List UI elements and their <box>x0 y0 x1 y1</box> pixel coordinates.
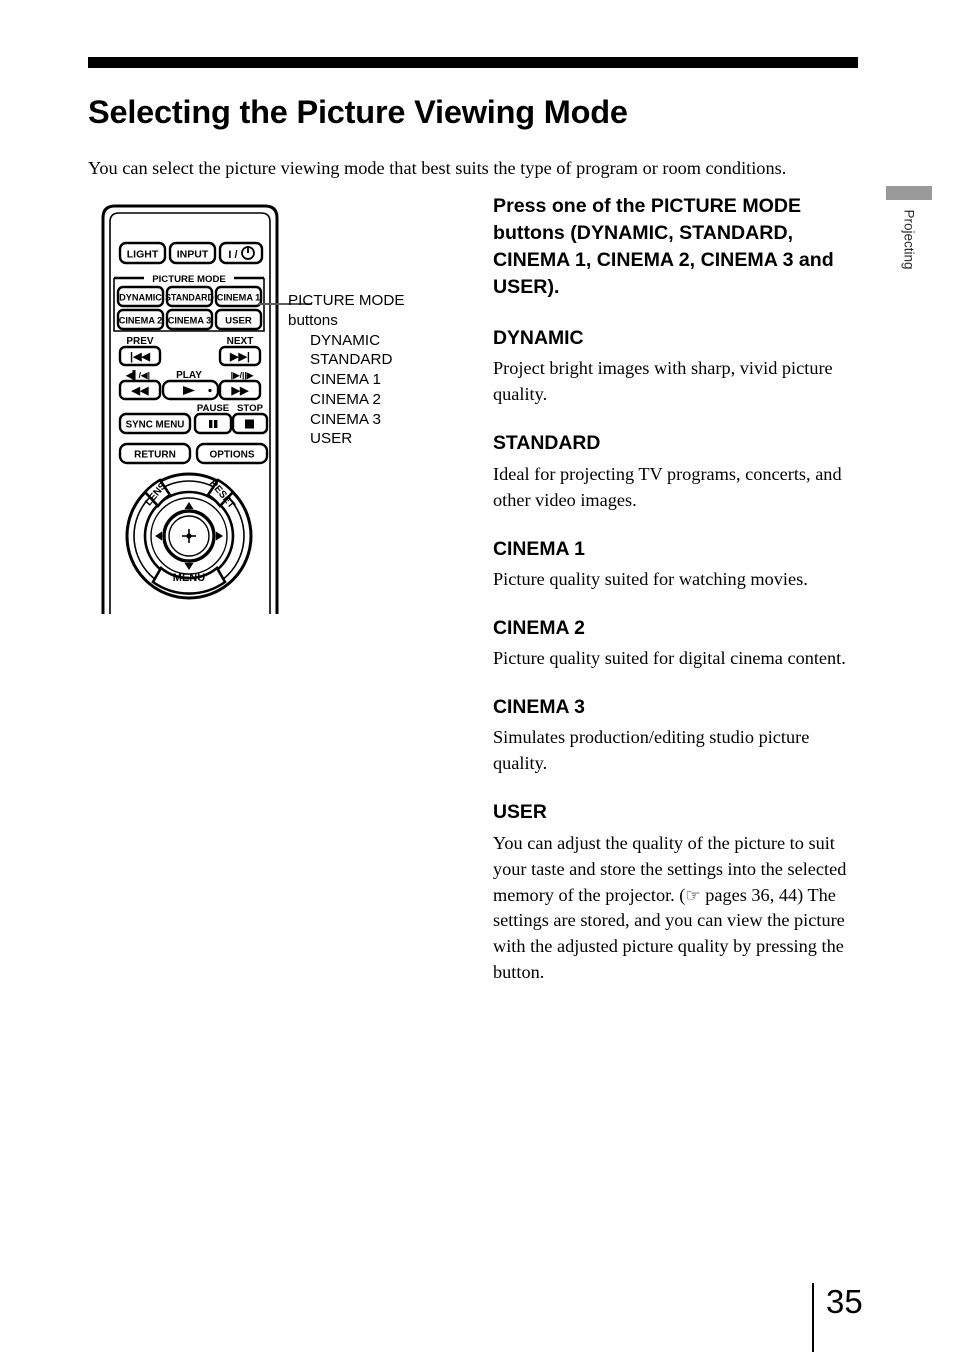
remote-navigation-pad: LENS RESET MENU <box>125 472 253 600</box>
remote-top-row: LIGHT INPUT I / <box>118 241 264 265</box>
mode-block-user: USER You can adjust the quality of the p… <box>493 801 861 986</box>
mode-description: Simulates production/editing studio pict… <box>493 727 810 774</box>
svg-text:DYNAMIC: DYNAMIC <box>119 293 162 303</box>
remote-return-options: RETURN OPTIONS <box>118 442 269 465</box>
mode-description: Ideal for projecting TV programs, concer… <box>493 463 842 510</box>
mode-heading: CINEMA 2 <box>493 616 585 639</box>
svg-text:◀▌/◀|: ◀▌/◀| <box>125 370 150 381</box>
svg-text:LIGHT: LIGHT <box>127 249 159 261</box>
page-title: Selecting the Picture Viewing Mode <box>88 93 628 130</box>
svg-text:STOP: STOP <box>237 403 264 414</box>
svg-text:SYNC MENU: SYNC MENU <box>126 420 185 431</box>
instruction-heading: Press one of the PICTURE MODE buttons (D… <box>493 195 834 299</box>
svg-text:|◀◀: |◀◀ <box>130 351 151 363</box>
mode-descriptions-column: Press one of the PICTURE MODE buttons (D… <box>493 193 861 986</box>
svg-text:CINEMA 3: CINEMA 3 <box>168 316 212 326</box>
side-tab: Projecting <box>886 186 932 336</box>
footer-rule <box>812 1283 814 1352</box>
svg-text:◀◀: ◀◀ <box>131 385 149 397</box>
intro-paragraph: You can select the picture viewing mode … <box>88 158 787 179</box>
svg-text:PLAY: PLAY <box>176 370 202 381</box>
mode-description: You can adjust the quality of the pictur… <box>493 831 861 987</box>
title-top-rule <box>88 57 858 68</box>
svg-text:NEXT: NEXT <box>227 336 254 347</box>
callout-list-item: CINEMA 1 <box>310 371 381 388</box>
mode-heading: CINEMA 1 <box>493 537 585 560</box>
callout-button-list: DYNAMIC STANDARD CINEMA 1 CINEMA 2 CINEM… <box>288 331 478 450</box>
mode-description: Picture quality suited for watching movi… <box>493 568 808 589</box>
remote-control-illustration: .btn { fill:#fff; stroke:#000; stroke-wi… <box>100 196 280 614</box>
mode-description: Project bright images with sharp, vivid … <box>493 358 833 405</box>
page-reference-icon: ☞ <box>685 885 701 906</box>
mode-heading: USER <box>493 801 547 824</box>
svg-text:CINEMA 1: CINEMA 1 <box>217 293 261 303</box>
svg-text:CINEMA 2: CINEMA 2 <box>119 316 163 326</box>
callout-subheading: buttons <box>288 311 338 329</box>
svg-text:MENU: MENU <box>173 572 205 584</box>
callout-list-item: DYNAMIC <box>310 331 381 349</box>
svg-text:I /: I / <box>228 249 237 261</box>
mode-heading: CINEMA 3 <box>493 696 585 719</box>
callout-list-item: CINEMA 3 <box>310 410 381 428</box>
mode-block-cinema-1: CINEMA 1 Picture quality suited for watc… <box>493 538 861 593</box>
mode-block-standard: STANDARD Ideal for projecting TV program… <box>493 432 861 513</box>
svg-text:USER: USER <box>225 316 252 327</box>
callout-heading: PICTURE MODE <box>288 292 405 309</box>
svg-text:PICTURE MODE: PICTURE MODE <box>152 274 226 285</box>
svg-text:▶▶|: ▶▶| <box>229 351 250 363</box>
page-number: 35 <box>826 1283 863 1320</box>
svg-text:RETURN: RETURN <box>134 450 176 461</box>
mode-block-cinema-3: CINEMA 3 Simulates production/editing st… <box>493 696 861 777</box>
callout-picture-mode-buttons: PICTURE MODE buttons DYNAMIC STANDARD CI… <box>288 291 478 449</box>
mode-heading: STANDARD <box>493 432 601 455</box>
mode-block-cinema-2: CINEMA 2 Picture quality suited for digi… <box>493 617 861 672</box>
svg-text:OPTIONS: OPTIONS <box>209 450 254 461</box>
callout-list-item: STANDARD <box>310 351 393 369</box>
mode-heading: DYNAMIC <box>493 327 584 350</box>
callout-list-item: USER <box>310 430 353 448</box>
svg-text:PAUSE: PAUSE <box>197 403 230 414</box>
side-tab-label: Projecting <box>901 209 917 270</box>
svg-text:INPUT: INPUT <box>177 249 209 261</box>
mode-block-dynamic: DYNAMIC Project bright images with sharp… <box>493 327 861 408</box>
callout-list-item: CINEMA 2 <box>310 390 381 408</box>
svg-text:PREV: PREV <box>126 336 154 347</box>
remote-transport-row: ◀▌/◀| ◀◀ PLAY |▶/||▶ ▶▶ <box>118 370 262 401</box>
mode-description: Picture quality suited for digital cinem… <box>493 648 846 669</box>
svg-text:STANDARD: STANDARD <box>165 293 214 303</box>
svg-text:|▶/||▶: |▶/||▶ <box>231 370 255 380</box>
svg-text:▶▶: ▶▶ <box>231 385 249 397</box>
